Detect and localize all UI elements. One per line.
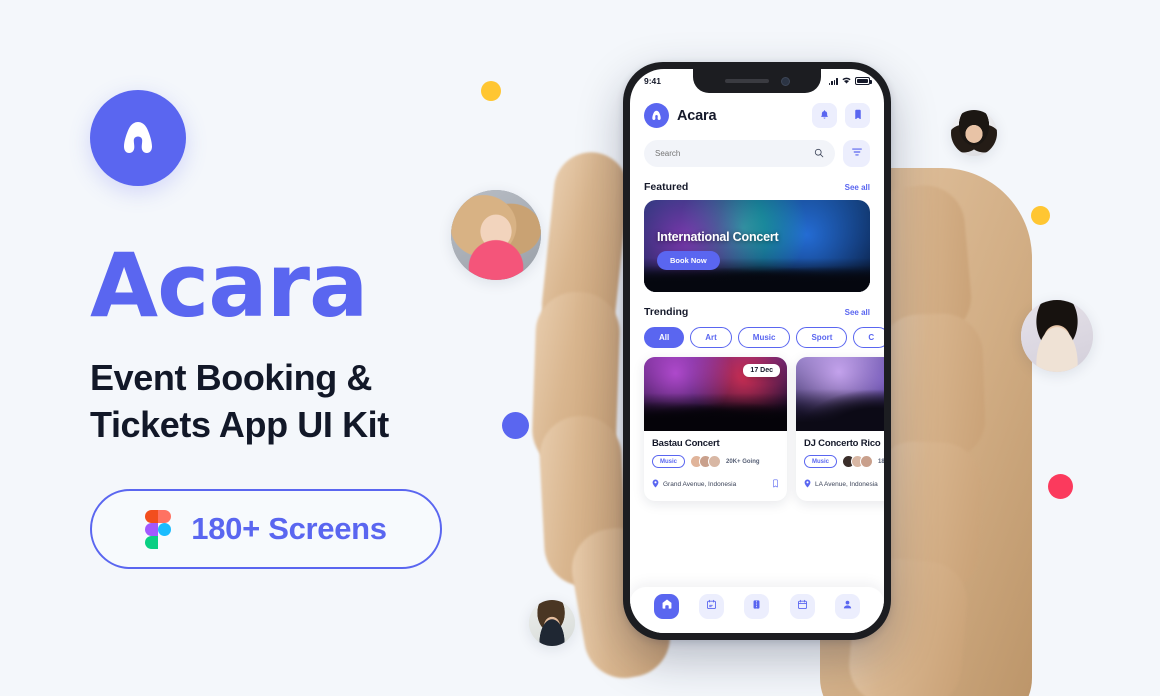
person-icon [842, 597, 853, 615]
filter-icon [851, 145, 863, 163]
avatar-woman-dark-hair [951, 110, 997, 156]
app-title: Acara [677, 107, 717, 124]
avatar-man-young [1021, 300, 1093, 372]
event-title: DJ Concerto Rico [804, 438, 881, 449]
yellow-dot-top [481, 81, 501, 101]
tab-profile[interactable] [834, 593, 860, 619]
event-category-tag: Music [804, 455, 838, 468]
subtitle-line-2: Tickets App UI Kit [90, 404, 389, 446]
event-image: 1 [796, 357, 884, 431]
search-field[interactable] [644, 140, 835, 167]
event-location: Grand Avenue, Indonesia [663, 480, 737, 488]
category-chips: All Art Music Sport C [644, 327, 884, 348]
calendar-icon [797, 597, 808, 615]
status-time: 9:41 [644, 76, 662, 86]
book-now-button[interactable]: Book Now [657, 251, 720, 270]
featured-title: Featured [644, 181, 689, 193]
tab-home[interactable] [654, 593, 680, 619]
avatar-woman-blonde [451, 190, 541, 280]
acara-logo-badge [90, 90, 186, 186]
wifi-icon [841, 76, 852, 87]
event-category-tag: Music [652, 455, 686, 468]
subtitle: Event Booking & Tickets App UI Kit [90, 354, 510, 449]
event-attendance: 20K+ Going [726, 458, 760, 465]
status-bar: 9:41 [630, 69, 884, 93]
blue-dot-left [502, 412, 529, 439]
attendee-avatars [690, 455, 722, 468]
search-icon [814, 145, 824, 163]
event-location: LA Avenue, Indonesia [815, 480, 878, 488]
screens-count-badge[interactable]: 180+ Screens [90, 488, 442, 569]
chip-art[interactable]: Art [690, 327, 732, 348]
featured-see-all-link[interactable]: See all [845, 183, 870, 192]
bottom-tab-bar [630, 587, 884, 633]
map-pin-icon [804, 475, 811, 493]
ticket-icon [751, 597, 762, 615]
acara-a-logo-icon [644, 103, 669, 128]
bookmark-icon[interactable] [772, 475, 779, 493]
trending-section-header: Trending See all [644, 306, 870, 318]
event-card-list: 17 Dec Bastau Concert Music 20K+ Going G… [644, 357, 884, 501]
screens-count-label: 180+ Screens [191, 510, 387, 546]
featured-card[interactable]: International Concert Book Now [644, 200, 870, 292]
app-bar: Acara [644, 103, 870, 128]
page-title: Acara [90, 234, 368, 337]
bell-icon [819, 107, 830, 125]
search-row [644, 140, 870, 167]
phone-mockup: 9:41 Acara Search Featured See all Inter… [623, 62, 891, 640]
chip-all[interactable]: All [644, 327, 685, 348]
tab-tickets[interactable] [744, 593, 770, 619]
app-content: Acara Search Featured See all Internatio… [630, 93, 884, 501]
signal-bars-icon [828, 77, 838, 85]
filter-button[interactable] [843, 140, 870, 167]
avatar-man-curly [529, 600, 575, 646]
acara-a-logo-icon [113, 113, 163, 163]
tab-events[interactable] [699, 593, 725, 619]
map-pin-icon [652, 475, 659, 493]
event-card-dj-concerto-rico[interactable]: 1 DJ Concerto Rico Music 18K+ Goi [796, 357, 884, 501]
tab-calendar[interactable] [789, 593, 815, 619]
home-icon [661, 597, 673, 615]
red-dot-right [1048, 474, 1073, 499]
promo-banner: Acara Event Booking & Tickets App UI Kit… [0, 0, 1160, 696]
search-input[interactable] [655, 149, 814, 158]
event-image: 17 Dec [644, 357, 787, 431]
chip-next-partial[interactable]: C [853, 327, 884, 348]
chip-music[interactable]: Music [737, 327, 791, 348]
chip-sport[interactable]: Sport [796, 327, 848, 348]
trending-see-all-link[interactable]: See all [845, 308, 870, 317]
subtitle-line-1: Event Booking & [90, 356, 373, 398]
trending-title: Trending [644, 306, 689, 318]
events-calendar-icon [706, 597, 717, 615]
figma-logo-icon [145, 509, 172, 549]
event-card-bastau-concert[interactable]: 17 Dec Bastau Concert Music 20K+ Going G… [644, 357, 787, 501]
event-title: Bastau Concert [652, 438, 720, 449]
featured-section-header: Featured See all [644, 181, 870, 193]
notifications-button[interactable] [812, 103, 837, 128]
bookmarks-button[interactable] [845, 103, 870, 128]
event-attendance: 18K+ Goi [878, 458, 884, 465]
yellow-dot-right [1031, 206, 1050, 225]
phone-screen: 9:41 Acara Search Featured See all Inter… [630, 69, 884, 633]
featured-card-title: International Concert [657, 230, 779, 244]
bookmark-icon [853, 107, 863, 125]
battery-icon [855, 77, 872, 85]
event-date-badge: 17 Dec [743, 364, 780, 377]
left-content: Acara Event Booking & Tickets App UI Kit… [90, 90, 510, 569]
attendee-avatars [842, 455, 874, 468]
